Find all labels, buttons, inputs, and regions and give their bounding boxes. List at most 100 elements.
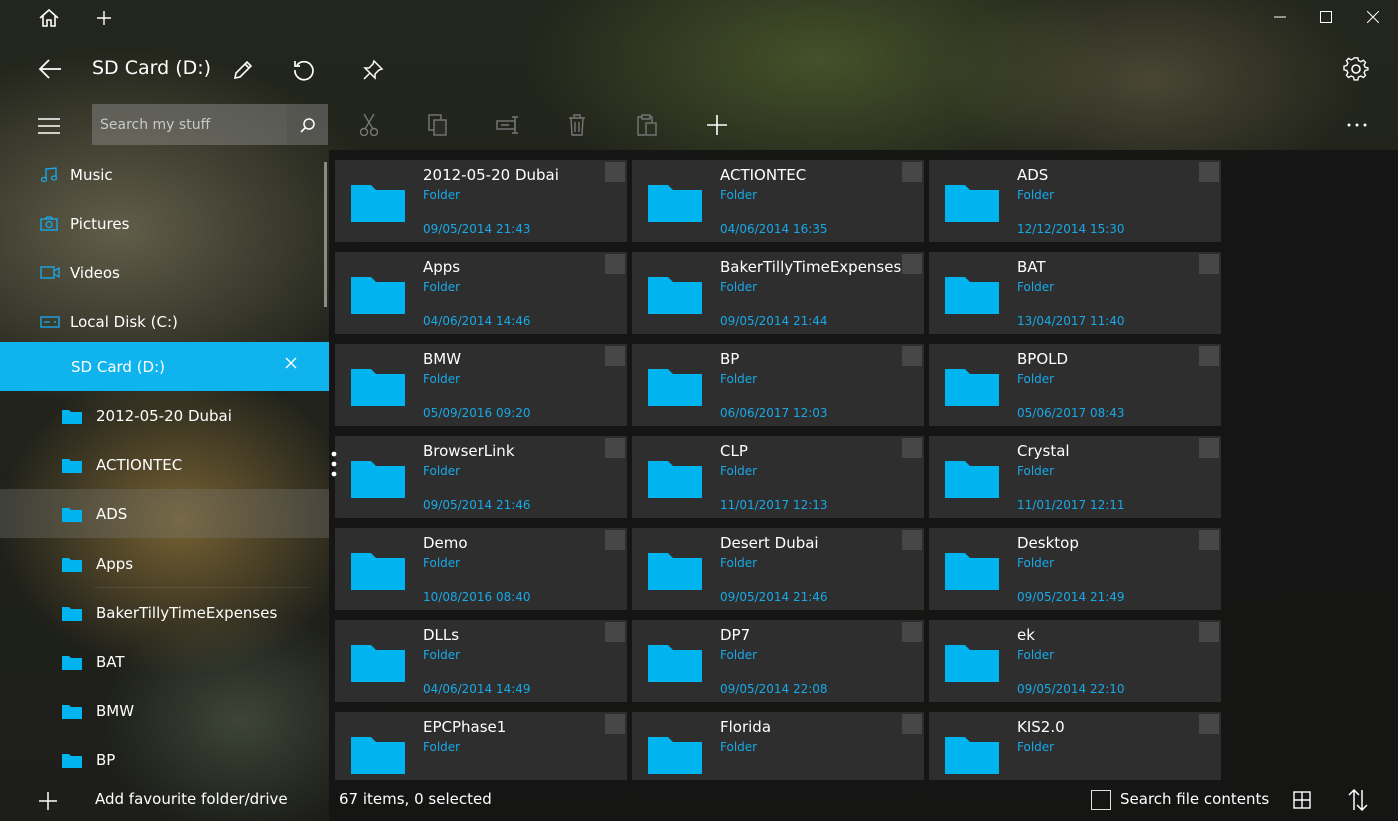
select-checkbox[interactable] bbox=[605, 622, 625, 642]
file-tile[interactable]: BP Folder 06/06/2017 12:03 bbox=[632, 344, 924, 426]
maximize-icon[interactable] bbox=[1314, 6, 1338, 28]
folder-icon bbox=[648, 182, 702, 222]
sidebar-item-videos[interactable]: Videos bbox=[0, 248, 329, 297]
file-tile[interactable]: ADS Folder 12/12/2014 15:30 bbox=[929, 160, 1221, 242]
sidebar-item-folder[interactable]: BakerTillyTimeExpenses bbox=[0, 588, 329, 637]
select-checkbox[interactable] bbox=[605, 438, 625, 458]
folder-icon bbox=[62, 408, 84, 424]
file-type: Folder bbox=[423, 556, 461, 570]
file-tile[interactable]: Apps Folder 04/06/2014 14:46 bbox=[335, 252, 627, 334]
sidebar-item-folder[interactable]: BP bbox=[0, 735, 329, 784]
select-checkbox[interactable] bbox=[1199, 254, 1219, 274]
sort-icon[interactable] bbox=[1347, 788, 1369, 812]
select-checkbox[interactable] bbox=[605, 346, 625, 366]
select-checkbox[interactable] bbox=[902, 438, 922, 458]
add-favourite-button[interactable]: Add favourite folder/drive bbox=[95, 790, 288, 808]
folder-icon bbox=[351, 458, 405, 498]
more-options-icon[interactable] bbox=[1344, 112, 1370, 138]
sidebar-item-folder[interactable]: BMW bbox=[0, 686, 329, 735]
delete-trash-icon[interactable] bbox=[564, 112, 590, 138]
file-type: Folder bbox=[720, 280, 758, 294]
file-tile[interactable]: BrowserLink Folder 09/05/2014 21:46 bbox=[335, 436, 627, 518]
select-checkbox[interactable] bbox=[1199, 622, 1219, 642]
file-name: ADS bbox=[1017, 166, 1049, 184]
cut-scissors-icon[interactable] bbox=[356, 112, 382, 138]
copy-icon[interactable] bbox=[425, 112, 451, 138]
file-name: EPCPhase1 bbox=[423, 718, 507, 736]
sidebar-item-sd-card[interactable]: SD Card (D:) bbox=[0, 342, 329, 391]
file-type: Folder bbox=[423, 280, 461, 294]
pin-icon[interactable] bbox=[359, 56, 387, 84]
item-count-status: 67 items, 0 selected bbox=[339, 790, 492, 808]
paste-clipboard-icon[interactable] bbox=[634, 112, 660, 138]
sidebar-item-local-disk[interactable]: Local Disk (C:) bbox=[0, 297, 329, 346]
select-checkbox[interactable] bbox=[902, 622, 922, 642]
sidebar-item-pictures[interactable]: Pictures bbox=[0, 199, 329, 248]
select-checkbox[interactable] bbox=[1199, 162, 1219, 182]
pane-resize-handle[interactable] bbox=[331, 451, 337, 477]
select-checkbox[interactable] bbox=[902, 162, 922, 182]
select-checkbox[interactable] bbox=[605, 714, 625, 734]
sidebar-item-folder[interactable]: BAT bbox=[0, 637, 329, 686]
select-checkbox[interactable] bbox=[902, 346, 922, 366]
sidebar-item-folder[interactable]: ACTIONTEC bbox=[0, 440, 329, 489]
sidebar-scrollbar[interactable] bbox=[324, 162, 327, 307]
sidebar-item-folder[interactable]: ADS bbox=[0, 489, 329, 538]
folder-icon bbox=[945, 458, 999, 498]
settings-gear-icon[interactable] bbox=[1341, 54, 1371, 84]
file-tile[interactable]: CLP Folder 11/01/2017 12:13 bbox=[632, 436, 924, 518]
title-bar bbox=[0, 0, 1398, 36]
file-type: Folder bbox=[423, 740, 461, 754]
close-icon[interactable] bbox=[1361, 6, 1385, 28]
back-arrow-icon[interactable] bbox=[36, 56, 64, 82]
search-contents-checkbox[interactable] bbox=[1091, 790, 1111, 810]
add-plus-icon[interactable] bbox=[38, 791, 58, 811]
refresh-icon[interactable] bbox=[290, 56, 318, 84]
sidebar-item-folder[interactable]: 2012-05-20 Dubai bbox=[0, 391, 329, 440]
select-checkbox[interactable] bbox=[605, 254, 625, 274]
file-tile[interactable]: ACTIONTEC Folder 04/06/2014 16:35 bbox=[632, 160, 924, 242]
file-tile[interactable]: Crystal Folder 11/01/2017 12:11 bbox=[929, 436, 1221, 518]
file-tile[interactable]: DLLs Folder 04/06/2014 14:49 bbox=[335, 620, 627, 702]
file-tile[interactable]: Demo Folder 10/08/2016 08:40 bbox=[335, 528, 627, 610]
new-tab-icon[interactable] bbox=[94, 7, 114, 29]
file-tile[interactable]: BMW Folder 05/09/2016 09:20 bbox=[335, 344, 627, 426]
home-icon[interactable] bbox=[36, 6, 62, 30]
file-name: BPOLD bbox=[1017, 350, 1069, 368]
file-tile[interactable]: Desktop Folder 09/05/2014 21:49 bbox=[929, 528, 1221, 610]
grid-view-icon[interactable] bbox=[1291, 789, 1313, 811]
minimize-icon[interactable] bbox=[1268, 6, 1292, 28]
select-checkbox[interactable] bbox=[902, 714, 922, 734]
file-tile[interactable]: BakerTillyTimeExpenses Folder 09/05/2014 2… bbox=[632, 252, 924, 334]
select-checkbox[interactable] bbox=[605, 162, 625, 182]
sidebar-item-label: Pictures bbox=[70, 214, 130, 233]
file-tile[interactable]: BAT Folder 13/04/2017 11:40 bbox=[929, 252, 1221, 334]
sidebar-item-music[interactable]: Music bbox=[0, 150, 329, 199]
select-checkbox[interactable] bbox=[605, 530, 625, 550]
new-item-plus-icon[interactable] bbox=[704, 112, 730, 138]
search-contents-label[interactable]: Search file contents bbox=[1120, 790, 1269, 808]
file-date: 04/06/2014 14:49 bbox=[423, 682, 531, 696]
sidebar-item-folder[interactable]: Apps bbox=[0, 539, 329, 588]
rename-pencil-icon[interactable] bbox=[229, 56, 257, 84]
file-tile[interactable]: BPOLD Folder 05/06/2017 08:43 bbox=[929, 344, 1221, 426]
file-name: Crystal bbox=[1017, 442, 1070, 460]
file-tile[interactable]: Desert Dubai Folder 09/05/2014 21:46 bbox=[632, 528, 924, 610]
select-checkbox[interactable] bbox=[902, 530, 922, 550]
file-tile[interactable]: 2012-05-20 Dubai Folder 09/05/2014 21:43 bbox=[335, 160, 627, 242]
file-date: 04/06/2014 14:46 bbox=[423, 314, 531, 328]
select-checkbox[interactable] bbox=[1199, 346, 1219, 366]
select-checkbox[interactable] bbox=[1199, 714, 1219, 734]
select-checkbox[interactable] bbox=[902, 254, 922, 274]
search-button[interactable] bbox=[287, 104, 328, 145]
file-name: Demo bbox=[423, 534, 468, 552]
file-tile[interactable]: DP7 Folder 09/05/2014 22:08 bbox=[632, 620, 924, 702]
select-checkbox[interactable] bbox=[1199, 438, 1219, 458]
file-tile[interactable]: ek Folder 09/05/2014 22:10 bbox=[929, 620, 1221, 702]
search-input[interactable] bbox=[98, 115, 282, 134]
remove-close-icon[interactable] bbox=[285, 357, 297, 369]
folder-icon bbox=[945, 182, 999, 222]
rename-field-icon[interactable] bbox=[495, 112, 521, 138]
hamburger-menu-icon[interactable] bbox=[36, 114, 62, 138]
select-checkbox[interactable] bbox=[1199, 530, 1219, 550]
